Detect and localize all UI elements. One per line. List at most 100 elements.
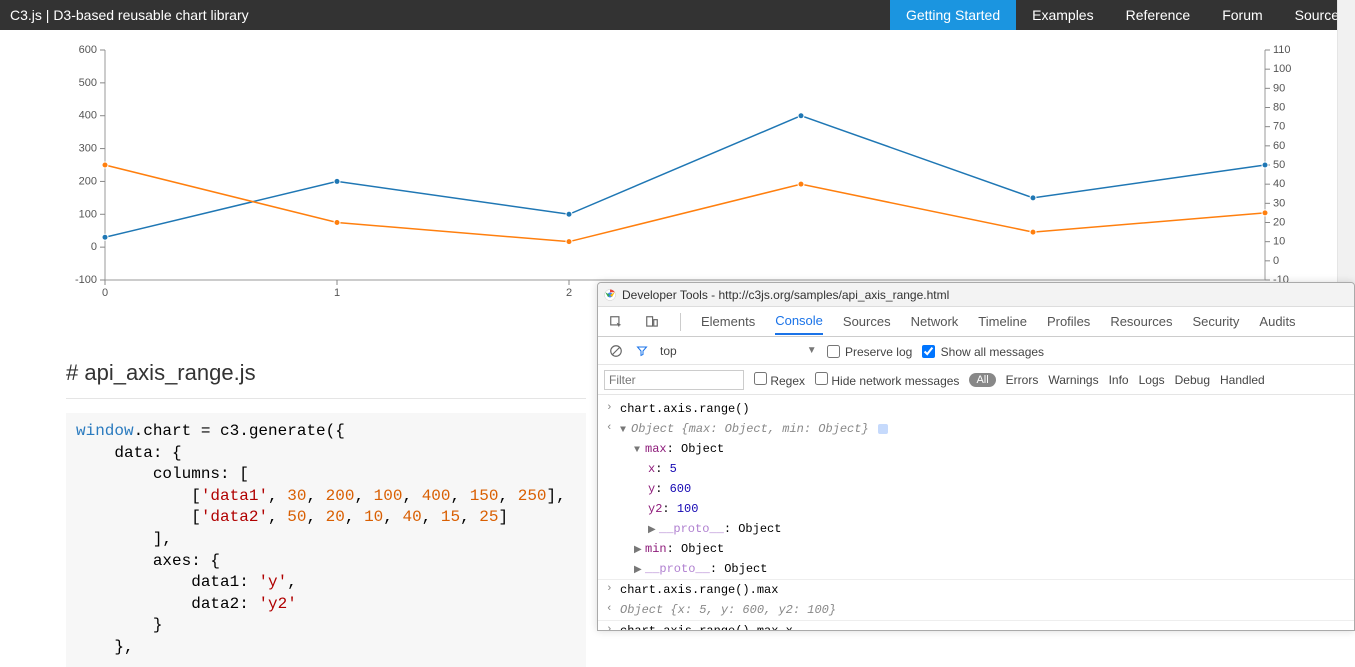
svg-text:1: 1: [334, 287, 340, 299]
filter-errors[interactable]: Errors: [1006, 373, 1039, 387]
chart: -1000100200300400500600-1001020304050607…: [65, 40, 1325, 310]
code-token: }: [76, 616, 162, 634]
expand-icon[interactable]: ▶: [648, 523, 658, 538]
tab-resources[interactable]: Resources: [1110, 309, 1172, 334]
svg-text:2: 2: [566, 287, 572, 299]
svg-text:70: 70: [1273, 121, 1285, 133]
nav-reference[interactable]: Reference: [1110, 0, 1207, 30]
svg-text:0: 0: [102, 287, 108, 299]
regex-label: Regex: [770, 374, 805, 388]
preserve-log-label: Preserve log: [845, 345, 912, 359]
console-text: Object: [620, 603, 670, 617]
code-token: ],: [76, 530, 172, 548]
code-token: columns: [: [76, 465, 249, 483]
code-token: axes: {: [76, 552, 220, 570]
console-val: Object: [681, 442, 724, 456]
svg-text:110: 110: [1273, 44, 1291, 56]
prompt-icon: ›: [606, 622, 620, 630]
svg-text:20: 20: [1273, 217, 1285, 229]
chrome-icon: [604, 289, 616, 301]
context-selector[interactable]: top: [660, 344, 677, 358]
nav-forum[interactable]: Forum: [1206, 0, 1278, 30]
tab-profiles[interactable]: Profiles: [1047, 309, 1090, 334]
console-key: __proto__: [645, 562, 710, 576]
tab-elements[interactable]: Elements: [701, 309, 755, 334]
show-all-label: Show all messages: [941, 345, 1044, 359]
code-token: , 50, 20, 10, 40, 15, 25: [268, 508, 498, 526]
code-token: ,: [287, 573, 297, 591]
chevron-down-icon[interactable]: ▼: [807, 345, 817, 356]
tab-security[interactable]: Security: [1192, 309, 1239, 334]
console-val: 600: [670, 482, 692, 496]
code-block: window.chart = c3.generate({ data: { col…: [66, 413, 586, 667]
devtools-title: Developer Tools - http://c3js.org/sample…: [622, 288, 949, 302]
console-val: Object: [724, 562, 767, 576]
console-text: {x: 5, y: 600, y2: 100}: [670, 603, 836, 617]
svg-text:-100: -100: [75, 274, 97, 286]
devtools-window: Developer Tools - http://c3js.org/sample…: [597, 282, 1355, 631]
tab-audits[interactable]: Audits: [1259, 309, 1295, 334]
divider: [66, 398, 586, 399]
filter-icon[interactable]: [634, 343, 650, 359]
svg-text:400: 400: [79, 110, 97, 122]
svg-text:600: 600: [79, 44, 97, 56]
expand-icon[interactable]: ▼: [634, 443, 644, 458]
expand-icon[interactable]: ▼: [620, 423, 630, 438]
hide-network-label: Hide network messages: [831, 374, 959, 388]
console-val: Object: [738, 522, 781, 536]
regex-checkbox[interactable]: Regex: [754, 372, 805, 388]
tab-sources[interactable]: Sources: [843, 309, 891, 334]
code-token: 'data1': [201, 487, 268, 505]
tab-network[interactable]: Network: [911, 309, 959, 334]
console-toolbar: top ▼ Preserve log Show all messages: [598, 337, 1354, 365]
devtools-titlebar[interactable]: Developer Tools - http://c3js.org/sample…: [598, 283, 1354, 307]
topbar: C3.js | D3-based reusable chart library …: [0, 0, 1355, 30]
devtools-tabs: Elements Console Sources Network Timelin…: [598, 307, 1354, 337]
console-output: ›chart.axis.range() ‹▼Object {max: Objec…: [598, 395, 1354, 630]
show-all-checkbox[interactable]: Show all messages: [922, 343, 1044, 359]
preserve-log-checkbox[interactable]: Preserve log: [827, 343, 913, 359]
console-val: Object: [681, 542, 724, 556]
expand-icon[interactable]: ▶: [634, 543, 644, 558]
filter-logs[interactable]: Logs: [1139, 373, 1165, 387]
device-icon[interactable]: [644, 314, 660, 330]
brand-title: C3.js | D3-based reusable chart library: [10, 7, 249, 23]
svg-text:40: 40: [1273, 178, 1285, 190]
console-input-line: chart.axis.range(): [620, 400, 1346, 418]
console-input-line: chart.axis.range().max: [620, 581, 1346, 599]
filter-debug[interactable]: Debug: [1175, 373, 1210, 387]
code-token: [: [76, 487, 201, 505]
code-token: data2:: [76, 595, 258, 613]
filter-info[interactable]: Info: [1109, 373, 1129, 387]
console-key: __proto__: [659, 522, 724, 536]
filter-all[interactable]: All: [969, 373, 995, 387]
code-token: 'data2': [201, 508, 268, 526]
console-val: 100: [677, 502, 699, 516]
svg-text:100: 100: [79, 208, 97, 220]
nav-getting-started[interactable]: Getting Started: [890, 0, 1016, 30]
filter-warnings[interactable]: Warnings: [1048, 373, 1098, 387]
filter-handled[interactable]: Handled: [1220, 373, 1265, 387]
expand-icon[interactable]: ▶: [634, 563, 644, 578]
code-token: , 30, 200, 100, 400, 150, 250: [268, 487, 546, 505]
enum-badge-icon[interactable]: [878, 424, 888, 434]
code-token: [: [76, 508, 201, 526]
svg-text:500: 500: [79, 77, 97, 89]
prompt-icon: ›: [606, 581, 620, 598]
nav-examples[interactable]: Examples: [1016, 0, 1109, 30]
svg-text:10: 10: [1273, 236, 1285, 248]
console-text: Object: [631, 422, 681, 436]
code-token: .chart = c3.generate({: [134, 422, 345, 440]
svg-text:30: 30: [1273, 197, 1285, 209]
console-key: y2: [648, 502, 662, 516]
svg-text:0: 0: [1273, 255, 1279, 267]
inspect-icon[interactable]: [608, 314, 624, 330]
console-filterbar: Regex Hide network messages All Errors W…: [598, 365, 1354, 395]
clear-console-icon[interactable]: [608, 343, 624, 359]
tab-timeline[interactable]: Timeline: [978, 309, 1027, 334]
tab-console[interactable]: Console: [775, 308, 823, 335]
console-key: max: [645, 442, 667, 456]
code-token: data1:: [76, 573, 258, 591]
hide-network-checkbox[interactable]: Hide network messages: [815, 372, 959, 388]
filter-input[interactable]: [604, 370, 744, 390]
